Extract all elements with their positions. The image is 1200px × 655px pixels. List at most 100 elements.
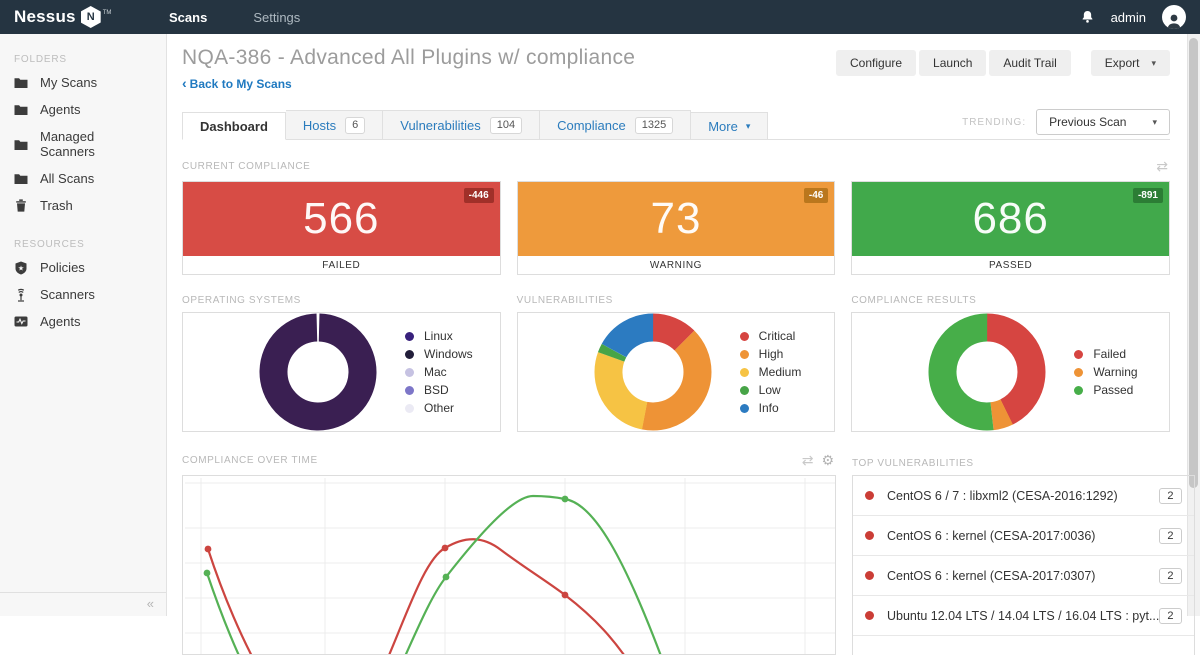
launch-button[interactable]: Launch [919,50,987,76]
vulnerability-list-item[interactable]: CentOS 6 / 7 : libxml2 (CESA-2016:1292) … [853,476,1194,516]
legend-critical[interactable]: Critical [739,329,802,343]
failed-delta-badge: -446 [463,188,494,203]
chevron-down-icon: ▾ [1152,116,1157,127]
section-top-vulnerabilities: TOP VULNERABILITIES [852,458,974,469]
top-nav: Scans Settings [169,10,300,25]
warning-count: 73 [650,194,702,243]
page-title: NQA-386 - Advanced All Plugins w/ compli… [182,46,636,69]
configure-button[interactable]: Configure [836,50,917,76]
failed-stat-card: 566 -446 FAILED [182,181,501,275]
back-to-my-scans-link[interactable]: ‹ Back to My Scans [182,75,292,91]
failed-count: 566 [303,194,380,243]
vulnerability-list-item[interactable]: Ubuntu 12.04 LTS / 14.04 LTS / 16.04 LTS… [853,596,1194,636]
notifications-bell-icon[interactable] [1080,9,1095,25]
vuln-count-badge: 2 [1159,527,1182,544]
warning-stat-card: 73 -46 WARNING [516,181,836,275]
export-button[interactable]: Export ▾ [1090,50,1170,76]
nav-scans[interactable]: Scans [169,10,207,25]
severity-dot-icon [865,571,874,580]
passed-label: PASSED [852,256,1169,274]
legend-passed[interactable]: Passed [1074,383,1137,397]
legend-high[interactable]: High [739,347,802,361]
nav-settings[interactable]: Settings [253,10,300,25]
sidebar: FOLDERS My Scans Agents Managed Scanners… [0,34,167,616]
legend-low[interactable]: Low [739,383,802,397]
nessus-hexagon-icon: N [80,6,101,28]
sidebar-item-policies[interactable]: ★ Policies [0,254,166,281]
top-vulnerabilities-list: CentOS 6 / 7 : libxml2 (CESA-2016:1292) … [852,475,1195,655]
chevron-left-icon: ‹ [182,75,187,91]
folder-icon [14,139,28,150]
person-icon [1167,14,1181,29]
vulnerability-list-item[interactable]: CentOS 6 : kernel (CESA-2017:0307) 2 [853,556,1194,596]
tab-compliance[interactable]: Compliance 1325 [540,110,692,140]
section-current-compliance: CURRENT COMPLIANCE [182,161,311,172]
passed-count: 686 [972,194,1049,243]
svg-text:★: ★ [18,264,24,272]
legend-info[interactable]: Info [739,401,802,415]
user-avatar[interactable] [1162,5,1186,29]
section-compliance-results: COMPLIANCE RESULTS [851,295,977,306]
sidebar-item-scanners[interactable]: Scanners [0,281,166,308]
chevron-down-icon: ▾ [745,121,751,131]
shield-star-icon: ★ [15,261,27,274]
trash-icon [16,199,26,212]
top-nav-bar: Nessus N TM Scans Settings admin [0,0,1200,34]
trademark-label: TM [102,10,112,16]
section-operating-systems: OPERATING SYSTEMS [182,295,301,306]
tab-hosts[interactable]: Hosts 6 [285,110,384,140]
sidebar-folders-header: FOLDERS [14,54,67,65]
legend-other[interactable]: Other [405,401,473,415]
operating-systems-chart-card: Linux Windows Mac BSD Other [182,312,501,432]
vulnerabilities-chart-card: Critical High Medium Low Info [516,312,836,432]
tab-more[interactable]: More ▾ [691,112,769,140]
audit-trail-button[interactable]: Audit Trail [989,50,1071,76]
folder-icon [14,78,28,88]
main-content: NQA-386 - Advanced All Plugins w/ compli… [168,34,1195,655]
broadcast-icon [17,288,25,302]
failed-label: FAILED [183,256,500,274]
passed-stat-card: 686 -891 PASSED [851,181,1170,275]
sidebar-item-managed-scanners[interactable]: Managed Scanners [0,123,166,165]
sidebar-item-trash[interactable]: Trash [0,192,166,219]
legend-failed[interactable]: Failed [1074,347,1137,361]
swap-widget-icon[interactable]: ⇄ [802,452,814,469]
warning-delta-badge: -46 [803,188,829,203]
legend-windows[interactable]: Windows [405,347,473,361]
sidebar-item-all-scans[interactable]: All Scans [0,165,166,192]
compliance-results-donut-chart [928,313,1046,431]
trending-select[interactable]: Previous Scan ▾ [1036,109,1170,135]
legend-medium[interactable]: Medium [739,365,801,379]
compliance-over-time-chart [182,475,836,655]
section-compliance-over-time: COMPLIANCE OVER TIME [182,455,318,466]
scrollbar-thumb[interactable] [1189,38,1198,488]
operating-systems-donut-chart [259,313,377,431]
gear-icon[interactable]: ⚙ [821,452,834,469]
tab-vulnerabilities[interactable]: Vulnerabilities 104 [383,110,541,140]
chevron-down-icon: ▾ [1151,57,1156,68]
scan-actions: Configure Launch Audit Trail Export ▾ [833,50,1170,76]
section-vulnerabilities: VULNERABILITIES [516,295,613,306]
username[interactable]: admin [1111,10,1146,25]
legend-bsd[interactable]: BSD [405,383,473,397]
sidebar-collapse-button[interactable]: « [0,592,166,616]
sidebar-resources-header: RESOURCES [14,239,85,250]
severity-dot-icon [865,531,874,540]
brand-name: Nessus [14,7,76,26]
sidebar-item-my-scans[interactable]: My Scans [0,69,166,96]
vuln-count-badge: 2 [1159,487,1182,504]
tab-dashboard[interactable]: Dashboard [182,112,286,140]
nessus-logo[interactable]: Nessus N TM [0,6,153,28]
sidebar-item-agents-resource[interactable]: Agents [0,308,166,335]
passed-delta-badge: -891 [1132,188,1163,203]
warning-label: WARNING [517,256,835,274]
vuln-count-badge: 2 [1159,567,1182,584]
vulnerability-list-item[interactable]: CentOS 6 : kernel (CESA-2017:0036) 2 [853,516,1194,556]
compliance-count-badge: 1325 [634,117,674,134]
swap-widget-icon[interactable]: ⇄ [1156,158,1168,175]
legend-warning[interactable]: Warning [1074,365,1138,379]
sidebar-item-agents-folder[interactable]: Agents [0,96,166,123]
legend-linux[interactable]: Linux [405,329,473,343]
legend-mac[interactable]: Mac [405,365,473,379]
line-chart-canvas [185,478,835,654]
